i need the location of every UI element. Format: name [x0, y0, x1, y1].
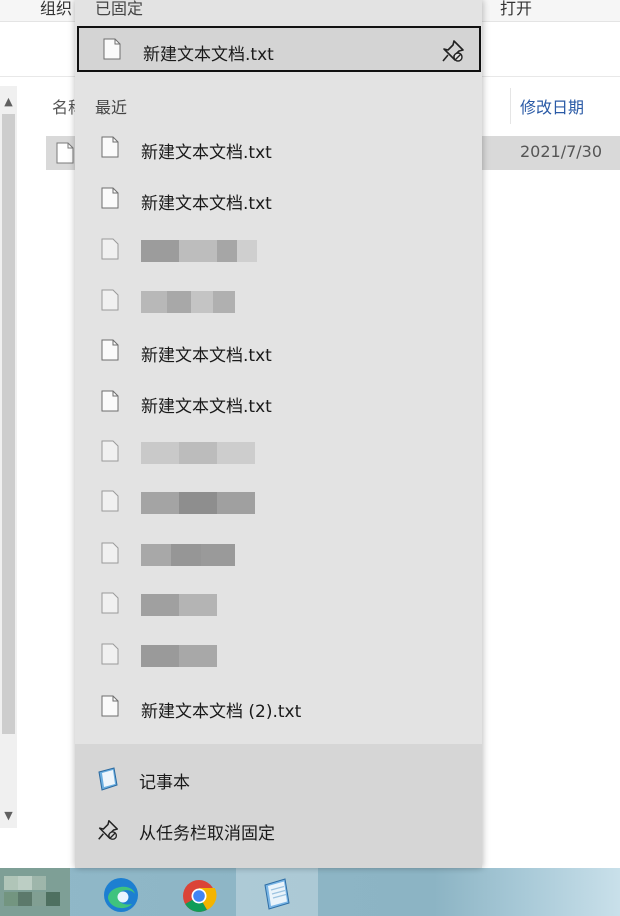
open-menu[interactable]: 打开: [500, 0, 532, 19]
recent-item-redacted[interactable]: [75, 226, 482, 276]
recent-item-redacted[interactable]: [75, 478, 482, 528]
open-notepad-task[interactable]: 记事本: [75, 754, 482, 804]
recent-item[interactable]: 新建文本文档.txt: [75, 327, 482, 377]
text-file-icon: [101, 390, 119, 412]
redacted-label: [141, 544, 235, 566]
text-file-icon: [101, 490, 119, 512]
edge-icon[interactable]: [102, 876, 140, 914]
notepad-icon: [259, 877, 293, 915]
recent-item-redacted[interactable]: [75, 530, 482, 580]
column-separator[interactable]: [510, 88, 511, 124]
text-file-icon: [101, 238, 119, 260]
unpin-from-taskbar-task[interactable]: 从任务栏取消固定: [75, 805, 482, 855]
taskbar-jump-list: 已固定 新建文本文档.txt 最近 新建文本文档.txt 新建文本文档.txt: [75, 0, 482, 868]
taskbar: [0, 868, 620, 916]
redacted-label: [141, 645, 217, 667]
text-file-icon: [101, 289, 119, 311]
redacted-label: [141, 492, 255, 514]
organize-menu[interactable]: 组织: [40, 0, 72, 19]
unpin-icon[interactable]: [439, 37, 467, 65]
text-file-icon: [56, 142, 74, 164]
recent-item[interactable]: 新建文本文档.txt: [75, 175, 482, 225]
redacted-label: [141, 240, 257, 262]
text-file-icon: [101, 695, 119, 717]
unpin-icon: [95, 817, 121, 847]
recent-item[interactable]: 新建文本文档 (2).txt: [75, 683, 482, 733]
pinned-item-label: 新建文本文档.txt: [143, 45, 274, 65]
column-header-date-modified[interactable]: 修改日期: [520, 94, 584, 118]
start-button-area[interactable]: [0, 868, 70, 916]
pinned-section-header: 已固定: [95, 0, 144, 18]
text-file-icon: [101, 136, 119, 158]
text-file-icon: [101, 339, 119, 361]
redacted-label: [141, 291, 235, 313]
recent-item-label: 新建文本文档.txt: [141, 397, 272, 417]
recent-item[interactable]: 新建文本文档.txt: [75, 124, 482, 174]
recent-section-header: 最近: [95, 98, 128, 117]
file-date-modified: 2021/7/30: [520, 142, 603, 161]
recent-item-redacted[interactable]: [75, 631, 482, 681]
scroll-up-arrow-icon[interactable]: ▲: [0, 92, 17, 112]
text-file-icon: [103, 38, 121, 60]
recent-item-label: 新建文本文档.txt: [141, 194, 272, 214]
pinned-item[interactable]: 新建文本文档.txt: [77, 26, 481, 72]
recent-item-label: 新建文本文档.txt: [141, 143, 272, 163]
redacted-label: [141, 594, 217, 616]
recent-item-redacted[interactable]: [75, 580, 482, 630]
task-label: 从任务栏取消固定: [139, 824, 275, 844]
recent-item-redacted[interactable]: [75, 277, 482, 327]
jump-list-tasks: 记事本 从任务栏取消固定: [75, 744, 482, 868]
text-file-icon: [101, 542, 119, 564]
recent-item[interactable]: 新建文本文档.txt: [75, 378, 482, 428]
navigation-pane-scrollbar[interactable]: ▲ ▼: [0, 86, 17, 828]
redacted-label: [141, 442, 255, 464]
recent-item-label: 新建文本文档.txt: [141, 346, 272, 366]
scroll-down-arrow-icon[interactable]: ▼: [0, 806, 17, 826]
recent-item-redacted[interactable]: [75, 428, 482, 478]
text-file-icon: [101, 592, 119, 614]
text-file-icon: [101, 187, 119, 209]
chrome-icon[interactable]: [181, 878, 217, 914]
text-file-icon: [101, 440, 119, 462]
scrollbar-thumb[interactable]: [2, 114, 15, 734]
notepad-icon: [95, 766, 121, 796]
taskbar-notepad-button[interactable]: [236, 868, 318, 916]
text-file-icon: [101, 643, 119, 665]
task-label: 记事本: [139, 773, 190, 793]
recent-item-label: 新建文本文档 (2).txt: [141, 702, 302, 722]
